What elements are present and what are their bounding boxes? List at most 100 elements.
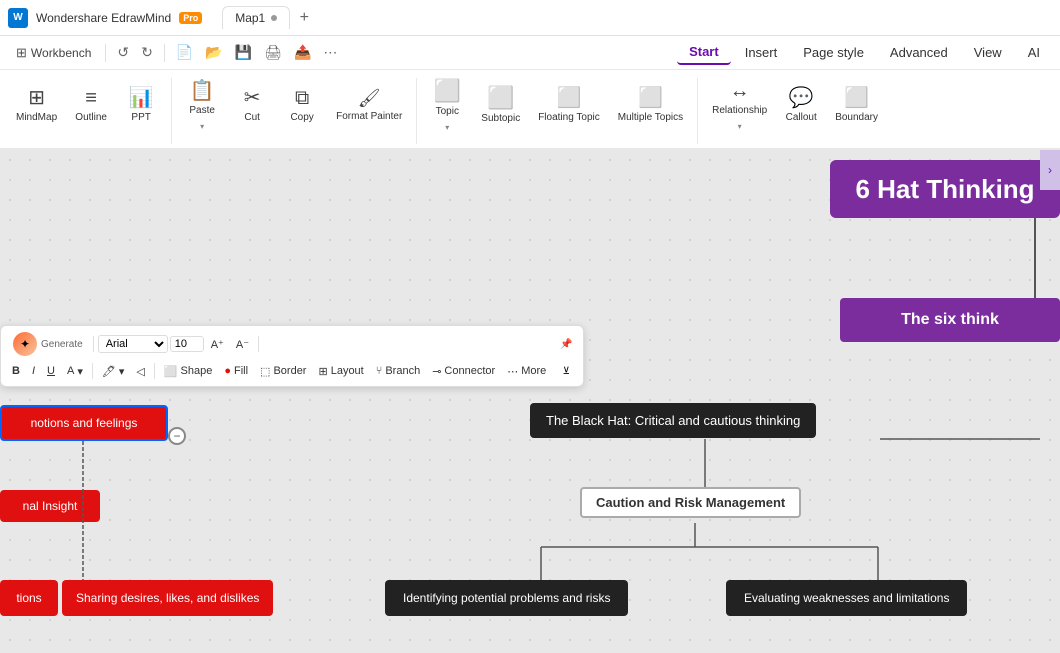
print-button[interactable]: 🖨	[259, 41, 287, 64]
canvas[interactable]: › 6 Hat Thinking The six think ✦ Generat…	[0, 150, 1060, 653]
floating-topic-icon: ⬜	[557, 88, 582, 108]
format-painter-button[interactable]: 🖌 Format Painter	[328, 74, 410, 138]
tab-map1[interactable]: Map1	[222, 6, 290, 29]
open-button[interactable]: 📂	[200, 41, 227, 64]
relationship-label: Relationship	[712, 105, 767, 117]
collapse-node-btn[interactable]: −	[168, 427, 186, 445]
copy-icon: ⧉	[295, 88, 309, 108]
floating-topic-label: Floating Topic	[538, 112, 600, 124]
topic-button[interactable]: ⬜ Topic ▾	[423, 74, 471, 138]
sub-title-node[interactable]: The six think	[840, 298, 1060, 342]
multiple-topics-button[interactable]: ⬜ Multiple Topics	[610, 74, 691, 138]
separator	[105, 44, 106, 62]
shape-button[interactable]: ⬜ Shape	[159, 363, 218, 380]
menu-start[interactable]: Start	[677, 40, 731, 65]
menu-insert[interactable]: Insert	[733, 41, 790, 64]
underline-icon: U	[47, 365, 55, 377]
connector-label: Connector	[444, 365, 495, 377]
shape-icon: ⬜	[164, 365, 178, 378]
node-sharing[interactable]: Sharing desires, likes, and dislikes	[62, 580, 273, 616]
node-caution[interactable]: Caution and Risk Management	[580, 487, 801, 518]
topic-icon: ⬜	[434, 80, 461, 102]
cut-label: Cut	[244, 112, 260, 124]
highlight-button[interactable]: 🖊 ▾	[97, 363, 130, 380]
cut-button[interactable]: ✂ Cut	[228, 74, 276, 138]
layout-button[interactable]: ⊞ Layout	[313, 363, 368, 380]
node-weaknesses[interactable]: Evaluating weaknesses and limitations	[726, 580, 967, 616]
node-black-hat[interactable]: The Black Hat: Critical and cautious thi…	[530, 403, 816, 438]
collapse-arrow[interactable]: ›	[1040, 150, 1060, 190]
new-button[interactable]: 📄	[171, 41, 198, 64]
more-button[interactable]: ⋯	[318, 41, 342, 64]
separator2	[164, 44, 165, 62]
branch-icon: ⑂	[376, 365, 383, 377]
node-problems-text: Identifying potential problems and risks	[403, 591, 610, 605]
menu-ai[interactable]: AI	[1016, 41, 1052, 64]
menu-advanced[interactable]: Advanced	[878, 41, 960, 64]
callout-button[interactable]: 💬 Callout	[777, 74, 825, 138]
erase-button[interactable]: ◁	[131, 363, 149, 380]
border-label: Border	[273, 365, 306, 377]
border-button[interactable]: ⬚ Border	[255, 363, 311, 380]
boundary-label: Boundary	[835, 112, 878, 124]
cut-icon: ✂	[244, 88, 261, 108]
decrease-font-button[interactable]: A⁻	[231, 336, 254, 353]
underline-button[interactable]: U	[42, 363, 60, 379]
italic-icon: I	[32, 365, 35, 377]
node-problems[interactable]: Identifying potential problems and risks	[385, 580, 628, 616]
tab-add-button[interactable]: +	[294, 8, 314, 28]
paste-chevron: ▾	[200, 122, 204, 131]
font-color-icon: A	[67, 365, 74, 377]
callout-icon: 💬	[789, 88, 814, 108]
node-notions-feelings[interactable]: notions and feelings	[0, 405, 168, 441]
erase-icon: ◁	[136, 365, 144, 378]
subtopic-button[interactable]: ⬜ Subtopic	[473, 74, 528, 138]
fill-button[interactable]: ● Fill	[219, 363, 253, 379]
undo-button[interactable]: ↺	[112, 41, 134, 64]
ft-sep4	[154, 363, 155, 379]
mindmap-button[interactable]: ⊞ MindMap	[8, 74, 65, 138]
boundary-icon: ⬜	[844, 88, 869, 108]
paste-button[interactable]: 📋 Paste ▾	[178, 74, 226, 138]
relationship-button[interactable]: ↔ Relationship ▾	[704, 74, 775, 138]
ft-sep3	[92, 363, 93, 379]
paste-label: Paste	[189, 105, 215, 117]
boundary-button[interactable]: ⬜ Boundary	[827, 74, 886, 138]
font-family-select[interactable]: Arial	[98, 335, 168, 353]
outline-button[interactable]: ≡ Outline	[67, 74, 115, 138]
connectors	[0, 150, 1060, 653]
main-title-node[interactable]: 6 Hat Thinking	[830, 160, 1060, 218]
pin-button[interactable]: 📌	[555, 333, 577, 355]
node-insight[interactable]: nal Insight	[0, 490, 100, 522]
collapse-format-button[interactable]: ⊻	[555, 360, 577, 382]
increase-font-button[interactable]: A⁺	[206, 336, 229, 353]
main-title-text: 6 Hat Thinking	[855, 174, 1034, 205]
node-black-hat-text: The Black Hat: Critical and cautious thi…	[546, 413, 800, 428]
node-notions-feelings-text: notions and feelings	[31, 416, 138, 430]
ft-sep2	[258, 336, 259, 352]
float-toolbar-row1: ✦ Generate Arial A⁺ A⁻ 📌	[7, 330, 577, 358]
floating-topic-button[interactable]: ⬜ Floating Topic	[530, 74, 608, 138]
save-button[interactable]: 💾	[230, 41, 257, 64]
relationship-chevron: ▾	[738, 122, 742, 131]
outline-icon: ≡	[85, 88, 97, 108]
bold-button[interactable]: B	[7, 363, 25, 379]
italic-button[interactable]: I	[27, 363, 40, 379]
app-name: Wondershare EdrawMind	[36, 11, 171, 25]
copy-button[interactable]: ⧉ Copy	[278, 74, 326, 138]
menu-view[interactable]: View	[962, 41, 1014, 64]
node-tions[interactable]: tions	[0, 580, 58, 616]
more-format-button[interactable]: ⋯ More	[502, 363, 551, 380]
generate-button[interactable]: ✦ Generate	[7, 330, 89, 358]
font-color-button[interactable]: A ▾	[62, 363, 88, 380]
export-button[interactable]: 📤	[289, 41, 316, 64]
ppt-button[interactable]: 📊 PPT	[117, 74, 165, 138]
redo-button[interactable]: ↻	[136, 41, 158, 64]
menu-page-style[interactable]: Page style	[791, 41, 876, 64]
connector-button[interactable]: ⊸ Connector	[427, 363, 500, 380]
workbench-button[interactable]: ⊞ Workbench	[8, 42, 99, 64]
toolbar1: ⊞ Workbench ↺ ↻ 📄 📂 💾 🖨 📤 ⋯ Start Insert…	[0, 36, 1060, 70]
font-size-input[interactable]	[170, 336, 204, 352]
branch-button[interactable]: ⑂ Branch	[371, 363, 425, 379]
subtopic-icon: ⬜	[487, 87, 514, 109]
